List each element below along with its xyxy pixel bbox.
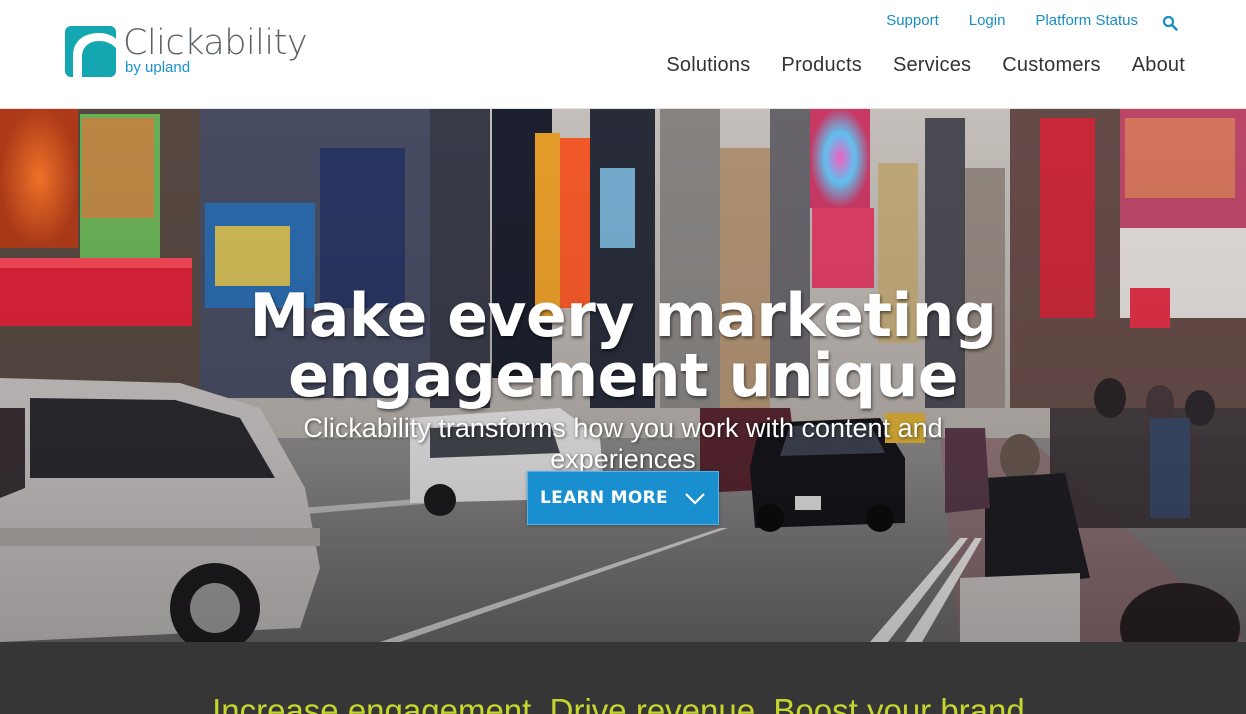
- clickability-logo-icon: [65, 26, 116, 77]
- hero-title-line1: Make every marketing: [249, 281, 997, 352]
- logo[interactable]: Clickability by upland: [65, 23, 308, 78]
- search-icon[interactable]: [1162, 15, 1178, 31]
- utility-link-platform-status[interactable]: Platform Status: [1035, 12, 1138, 29]
- nav-item-customers[interactable]: Customers: [1002, 54, 1101, 77]
- nav-item-about[interactable]: About: [1132, 54, 1185, 77]
- hero-title-line2: engagement unique: [288, 341, 958, 412]
- tagline: Increase engagement. Drive revenue. Boos…: [212, 692, 1034, 714]
- utility-link-login[interactable]: Login: [969, 12, 1006, 29]
- hero-title: Make every marketing engagement unique: [0, 286, 1246, 406]
- logo-name: Clickability: [123, 23, 308, 63]
- nav-item-products[interactable]: Products: [781, 54, 862, 77]
- site-header: Clickability by upland Support Login Pla…: [0, 0, 1246, 109]
- page: Clickability by upland Support Login Pla…: [0, 0, 1246, 714]
- logo-text: Clickability by upland: [123, 23, 308, 76]
- main-nav: Solutions Products Services Customers Ab…: [666, 54, 1185, 77]
- hero-subtitle: Clickability transforms how you work wit…: [303, 413, 943, 474]
- tagline-section: Increase engagement. Drive revenue. Boos…: [0, 642, 1246, 714]
- nav-item-services[interactable]: Services: [893, 54, 971, 77]
- learn-more-label: LEARN MORE: [540, 488, 668, 508]
- learn-more-button[interactable]: LEARN MORE: [527, 471, 719, 525]
- hero-section: Make every marketing engagement unique C…: [0, 108, 1246, 642]
- chevron-down-icon: [684, 491, 706, 505]
- utility-nav: Support Login Platform Status: [886, 12, 1178, 31]
- nav-item-solutions[interactable]: Solutions: [666, 54, 750, 77]
- utility-link-support[interactable]: Support: [886, 12, 939, 29]
